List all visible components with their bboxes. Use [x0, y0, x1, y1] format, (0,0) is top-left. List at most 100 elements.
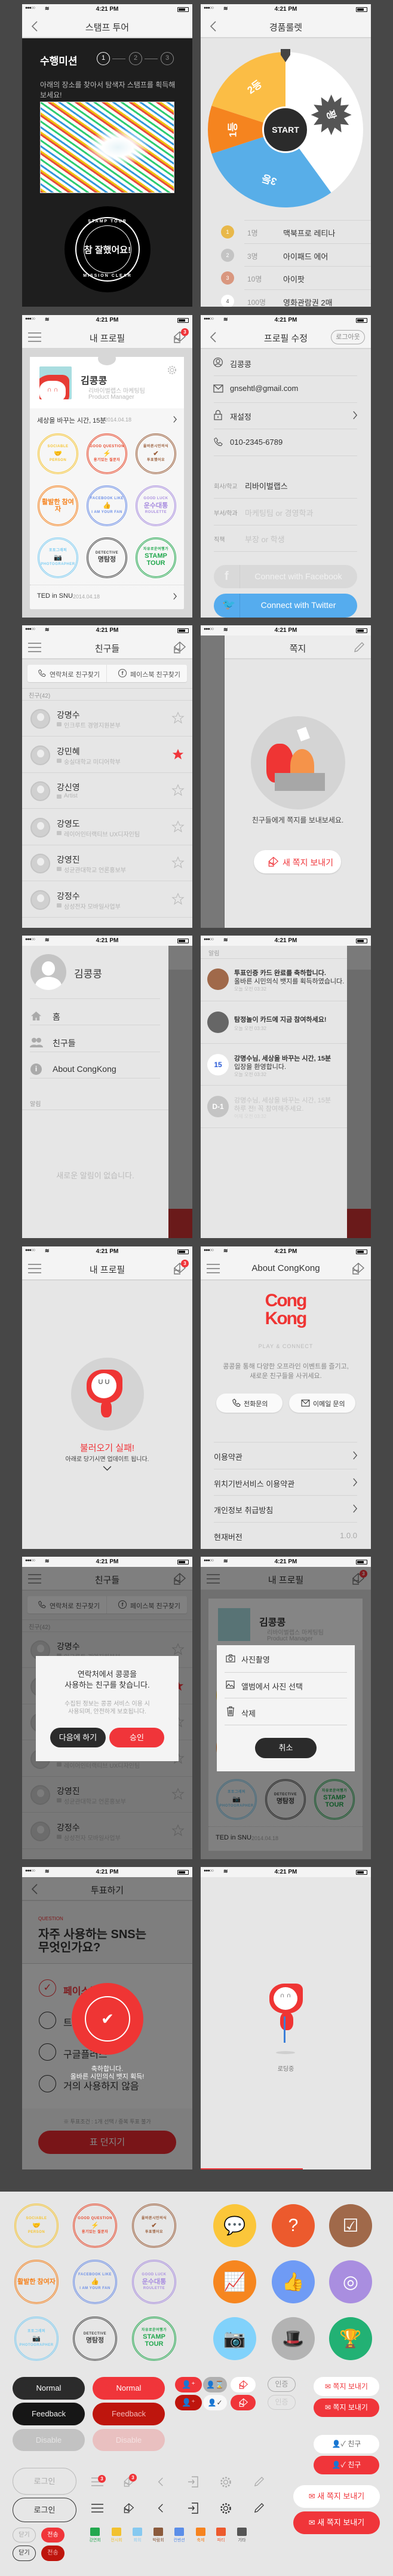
- location-terms-link[interactable]: 위치기반서비스 이용약관: [214, 1478, 294, 1489]
- new-message-filled-button[interactable]: ✉ 새 쪽지 보내기: [293, 2511, 380, 2534]
- badge[interactable]: 포토그래퍼 📷 PHOTOGRAPHER: [14, 2317, 59, 2361]
- choose-album-option[interactable]: 앨범에서 사진 선택: [241, 1680, 303, 1692]
- connect-twitter-button[interactable]: 🐦 Connect with Twitter: [214, 594, 357, 618]
- start-button[interactable]: START: [262, 106, 309, 153]
- dark-feedback-button[interactable]: Feedback: [13, 2403, 85, 2425]
- approve-button[interactable]: 승인: [109, 1728, 164, 1747]
- star-filled-icon[interactable]: [171, 748, 185, 761]
- back-icon-dark[interactable]: [158, 2503, 164, 2513]
- gear-icon-light[interactable]: [220, 2476, 232, 2488]
- friend-row[interactable]: 강영진 성균관대학교 언론홍보부: [22, 845, 192, 881]
- badge[interactable]: 활발한 참여자: [14, 2260, 59, 2304]
- gear-icon-dark[interactable]: [220, 2502, 232, 2514]
- company-field[interactable]: 리바이벌랩스: [245, 480, 288, 491]
- send-button[interactable]: 전송: [41, 2528, 65, 2543]
- message-icon[interactable]: [351, 1262, 365, 1275]
- badge[interactable]: 자유로운여행가 STAMP TOUR: [136, 537, 176, 578]
- new-message-outline-button[interactable]: ✉ 새 쪽지 보내기: [293, 2485, 380, 2508]
- privacy-link[interactable]: 개인정보 취급방침: [214, 1504, 273, 1515]
- chevron-right-icon[interactable]: [352, 1450, 358, 1460]
- department-field[interactable]: 마케팅팀 or 경영학과: [245, 507, 313, 518]
- message-icon[interactable]: [172, 641, 186, 654]
- drawer-avatar[interactable]: [30, 954, 66, 990]
- friend-outline-button[interactable]: 👤✓ 친구: [314, 2435, 379, 2453]
- menu-item-home[interactable]: 홈: [53, 1011, 60, 1023]
- star-outline-icon[interactable]: [171, 820, 185, 833]
- chevron-right-icon[interactable]: [172, 592, 178, 600]
- message-icon[interactable]: 3: [172, 1260, 189, 1275]
- friend-row[interactable]: 강영도레이어인터랙티브 UX디자인팀: [22, 809, 192, 845]
- menu-icon[interactable]: [28, 331, 41, 343]
- take-photo-option[interactable]: 사진촬영: [241, 1654, 270, 1665]
- pencil-icon-light[interactable]: [253, 2476, 265, 2488]
- notification-item[interactable]: 탐정놀이 카드에 지금 참여하세요! 오늘 오전 03:32: [201, 1001, 347, 1044]
- badge[interactable]: 포토그래퍼 📷 PHOTOGRAPHER: [38, 537, 78, 578]
- menu-item-friends[interactable]: 친구들: [53, 1037, 76, 1049]
- friend-pending-button[interactable]: 👤⌛: [203, 2377, 227, 2392]
- notification-item[interactable]: D-1 강명수님, 세상을 바꾸는 시간, 15분 하루 전! 꼭 참여해주세요. 어…: [201, 1086, 347, 1128]
- password-reset[interactable]: 재설정: [230, 411, 251, 422]
- badge[interactable]: FACEBOOK LIKE👍 I AM YOUR FAN: [73, 2260, 117, 2304]
- badge[interactable]: GOOD LUCK운수대통 ROULETTE: [132, 2260, 176, 2304]
- settings-gear-icon[interactable]: [167, 365, 177, 375]
- friend-filled-button[interactable]: 👤✓ 친구: [314, 2456, 379, 2474]
- badge[interactable]: GOOD QUESTION⚡용기있는 질문자: [87, 433, 127, 474]
- chevron-right-icon[interactable]: [352, 1504, 358, 1514]
- friend-accepted-button[interactable]: 👤✓: [203, 2395, 227, 2410]
- back-icon-light[interactable]: [158, 2477, 164, 2487]
- badge[interactable]: DETECTIVE 명탐정: [87, 537, 127, 578]
- badge[interactable]: SOCIABLE🤝 PERSON: [38, 433, 78, 474]
- badge[interactable]: GOOD QUESTION⚡용기있는 질문자: [73, 2204, 117, 2248]
- avatar[interactable]: ∩ ∩: [39, 366, 72, 399]
- pencil-icon-dark[interactable]: [253, 2502, 265, 2514]
- star-outline-icon[interactable]: [171, 892, 185, 906]
- send-message-filled-button[interactable]: ✉ 쪽지 보내기: [314, 2398, 379, 2417]
- phone-inquiry-button[interactable]: 전화문의: [216, 1394, 283, 1413]
- badge[interactable]: 자유로운여행가 STAMP TOUR: [132, 2317, 176, 2361]
- phone-field[interactable]: 010-2345-6789: [230, 438, 283, 447]
- send-pressed-button[interactable]: 전송: [41, 2546, 65, 2561]
- login-icon-dark[interactable]: [188, 2502, 198, 2514]
- menu-icon-dark[interactable]: [91, 2504, 103, 2513]
- find-contacts-button[interactable]: 연락처로 친구찾기: [27, 665, 107, 682]
- menu-icon[interactable]: [28, 641, 41, 653]
- later-button[interactable]: 다음에 하기: [50, 1728, 106, 1747]
- star-outline-icon[interactable]: [171, 856, 185, 869]
- email-inquiry-button[interactable]: 이메일 문의: [289, 1394, 355, 1413]
- email-field[interactable]: gnsehtl@gmail.com: [230, 384, 298, 393]
- login-icon-light[interactable]: [188, 2476, 198, 2488]
- menu-icon-light[interactable]: 3: [91, 2475, 106, 2486]
- friend-row[interactable]: 강민혜숭실대학교 미디어학부: [22, 737, 192, 773]
- badge[interactable]: 올바른시민의식✔투표했어요: [132, 2204, 176, 2248]
- send-message-outline-button[interactable]: ✉ 쪽지 보내기: [314, 2377, 379, 2396]
- friend-row[interactable]: 강명수인크루트 경영지원본부: [22, 701, 192, 737]
- back-icon[interactable]: [207, 20, 220, 32]
- friend-row[interactable]: 강신영Artist: [22, 773, 192, 809]
- badge[interactable]: GOOD LUCK운수대통 ROULETTE: [136, 485, 176, 526]
- position-field[interactable]: 부장 or 학생: [245, 533, 285, 545]
- notification-item[interactable]: 투표인증 카드 완료를 축하합니다. 올바른 시민의식 뱃지를 획득하였습니다. 오…: [201, 958, 347, 1001]
- login-button[interactable]: 로그인: [13, 2498, 76, 2522]
- badge[interactable]: FACEBOOK LIKE👍 I AM YOUR FAN: [87, 485, 127, 526]
- badge[interactable]: 올바른시민의식✔투표했어요: [136, 433, 176, 474]
- back-icon[interactable]: [28, 20, 41, 32]
- message-outline-button[interactable]: [231, 2377, 256, 2392]
- badge[interactable]: 활발한 참여자: [38, 485, 78, 526]
- letter-icon-dark[interactable]: [122, 2502, 134, 2514]
- certify-button[interactable]: 인증: [268, 2377, 296, 2392]
- message-filled-button[interactable]: [231, 2395, 256, 2410]
- message-icon[interactable]: 3: [172, 328, 189, 344]
- chevron-right-icon[interactable]: [352, 1477, 358, 1487]
- chevron-right-icon[interactable]: [352, 410, 358, 420]
- chevron-right-icon[interactable]: [172, 415, 178, 423]
- event-title[interactable]: 세상을 바꾸는 시간, 15분: [37, 415, 106, 425]
- dark-normal-button[interactable]: Normal: [13, 2377, 85, 2400]
- menu-icon[interactable]: [207, 1263, 220, 1275]
- notification-item[interactable]: 15 강명수님, 세상을 바꾸는 시간, 15분 입장을 환영합니다. 오늘 오전 0…: [201, 1044, 347, 1086]
- event-title[interactable]: TED in SNU: [37, 592, 73, 600]
- red-normal-button[interactable]: Normal: [93, 2377, 165, 2400]
- terms-link[interactable]: 이용약관: [214, 1451, 242, 1462]
- connect-facebook-button[interactable]: f Connect with Facebook: [214, 565, 357, 588]
- friend-row[interactable]: 강정수 삼성전자 모바일사업부: [22, 882, 192, 918]
- name-field[interactable]: 김콩콩: [230, 358, 251, 369]
